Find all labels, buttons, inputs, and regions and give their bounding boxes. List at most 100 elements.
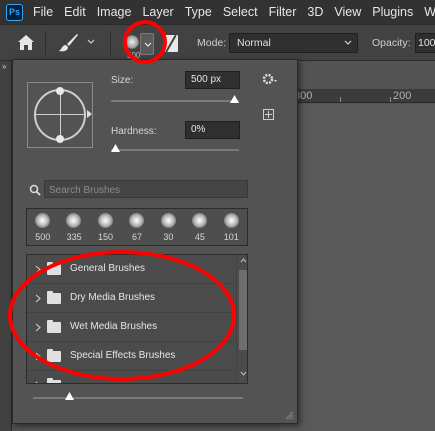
recent-brush-size: 101 (223, 232, 239, 242)
recent-brush[interactable]: 101 (216, 209, 247, 245)
search-icon (29, 184, 41, 196)
soft-round-brush-icon (129, 213, 145, 228)
search-brushes-input[interactable] (44, 180, 248, 198)
preview-size-slider-thumb[interactable] (65, 392, 74, 400)
menu-type[interactable]: Type (185, 5, 212, 19)
menu-image[interactable]: Image (97, 5, 132, 19)
recent-brush-size: 67 (131, 232, 142, 242)
tools-panel (0, 61, 12, 431)
crosshair-vertical (60, 91, 61, 139)
folder-label: General Brushes (70, 263, 146, 274)
preview-size-slider[interactable] (33, 392, 243, 400)
menu-window[interactable]: Wind (424, 5, 435, 19)
gear-icon[interactable] (262, 72, 278, 86)
folder-label: Wet Media Brushes (70, 321, 158, 332)
folder-icon (47, 378, 61, 383)
folder-icon (47, 291, 61, 304)
menu-edit[interactable]: Edit (64, 5, 86, 19)
soft-round-brush-icon (192, 213, 208, 228)
recent-brush[interactable]: 45 (184, 209, 215, 245)
collapse-panel-icon[interactable]: » (2, 62, 7, 71)
recent-brush[interactable]: 150 (90, 209, 121, 245)
folder-label: Dry Media Brushes (70, 292, 156, 303)
divider (110, 31, 111, 56)
photoshop-logo[interactable]: Ps (6, 3, 23, 21)
size-field[interactable]: 500 px (185, 71, 240, 89)
mode-select-value: Normal (237, 37, 271, 49)
soft-round-brush-icon (66, 213, 82, 228)
soft-round-brush-icon (160, 213, 176, 228)
folder-general-brushes[interactable]: General Brushes (27, 255, 235, 284)
soft-round-brush-icon (223, 213, 239, 228)
resize-grip-icon[interactable] (284, 410, 294, 420)
roundness-handle-top[interactable] (56, 87, 64, 95)
folder-dry-media-brushes[interactable]: Dry Media Brushes (27, 284, 235, 313)
options-bar: 500 Mode: Normal Opacity: 100 (0, 24, 435, 61)
brush-picker-toggle-button[interactable] (140, 33, 154, 55)
recent-brush[interactable]: 67 (121, 209, 152, 245)
opacity-field[interactable]: 100 (415, 33, 435, 53)
menu-layer[interactable]: Layer (142, 5, 173, 19)
hardness-label: Hardness: (111, 126, 157, 137)
recent-brush[interactable]: 500 (27, 209, 58, 245)
angle-arrow-icon (87, 110, 92, 118)
brush-tool-icon[interactable] (57, 33, 79, 53)
folder-list-scrollbar[interactable] (236, 255, 247, 383)
canvas-workspace (280, 104, 435, 431)
scrollbar-thumb[interactable] (239, 270, 247, 350)
menu-bar: Ps File Edit Image Layer Type Select Fil… (0, 0, 435, 24)
brush-settings-panel-icon[interactable] (165, 35, 178, 52)
mode-label: Mode: (197, 37, 227, 49)
folder-label: Special Effects Brushes (70, 350, 176, 361)
size-slider-thumb[interactable] (230, 95, 239, 103)
menu-3d[interactable]: 3D (307, 5, 323, 19)
home-icon[interactable] (17, 34, 35, 51)
brush-folder-list: General Brushes Dry Media Brushes Wet Me… (26, 254, 248, 384)
brush-angle-roundness-preview[interactable] (27, 82, 93, 148)
opacity-label: Opacity: (372, 37, 411, 49)
hardness-slider[interactable] (111, 144, 239, 152)
tool-preset-chevron-icon[interactable] (87, 38, 95, 46)
chevron-down-icon (344, 40, 352, 45)
brush-preset-picker: Size: 500 px Hardness: 0% 500 335 150 67… (12, 59, 298, 424)
recent-brush[interactable]: 335 (58, 209, 89, 245)
menu-file[interactable]: File (33, 5, 53, 19)
recent-brush-size: 30 (163, 232, 174, 242)
ruler-tick (340, 97, 341, 102)
recent-brush-size: 500 (35, 232, 51, 242)
folder-icon (47, 349, 61, 362)
soft-round-brush-icon (35, 213, 50, 228)
menu-select[interactable]: Select (223, 5, 258, 19)
roundness-handle-bottom[interactable] (56, 135, 64, 143)
chevron-right-icon[interactable] (35, 352, 41, 361)
scroll-up-icon[interactable] (240, 258, 247, 263)
chevron-right-icon[interactable] (35, 294, 41, 303)
recent-brush[interactable]: 30 (153, 209, 184, 245)
soft-round-brush-icon (97, 213, 113, 228)
folder-icon (47, 320, 61, 333)
folder-special-effects-brushes[interactable]: Special Effects Brushes (27, 342, 235, 371)
menu-view[interactable]: View (334, 5, 361, 19)
folder-icon (47, 262, 61, 275)
chevron-down-icon (144, 42, 152, 47)
mode-select[interactable]: Normal (229, 33, 358, 53)
recent-brush-size: 150 (98, 232, 114, 242)
chevron-right-icon[interactable] (35, 323, 41, 332)
folder-wet-media-brushes[interactable]: Wet Media Brushes (27, 313, 235, 342)
hardness-field[interactable]: 0% (185, 121, 240, 139)
hardness-slider-thumb[interactable] (111, 144, 120, 152)
menu-plugins[interactable]: Plugins (372, 5, 413, 19)
folder-partial-row[interactable] (27, 371, 235, 384)
chevron-right-icon[interactable] (35, 265, 41, 274)
divider (45, 31, 46, 56)
horizontal-ruler: 300 200 (280, 89, 435, 103)
menu-filter[interactable]: Filter (269, 5, 297, 19)
ruler-tick-label: 200 (393, 90, 412, 102)
size-slider[interactable] (111, 95, 239, 103)
scroll-down-icon[interactable] (240, 371, 247, 376)
brush-preview-icon[interactable] (125, 35, 139, 49)
recent-brush-size: 45 (194, 232, 205, 242)
ruler-tick (390, 97, 391, 102)
chevron-right-icon[interactable] (35, 381, 41, 384)
new-brush-preset-icon[interactable] (263, 109, 274, 120)
